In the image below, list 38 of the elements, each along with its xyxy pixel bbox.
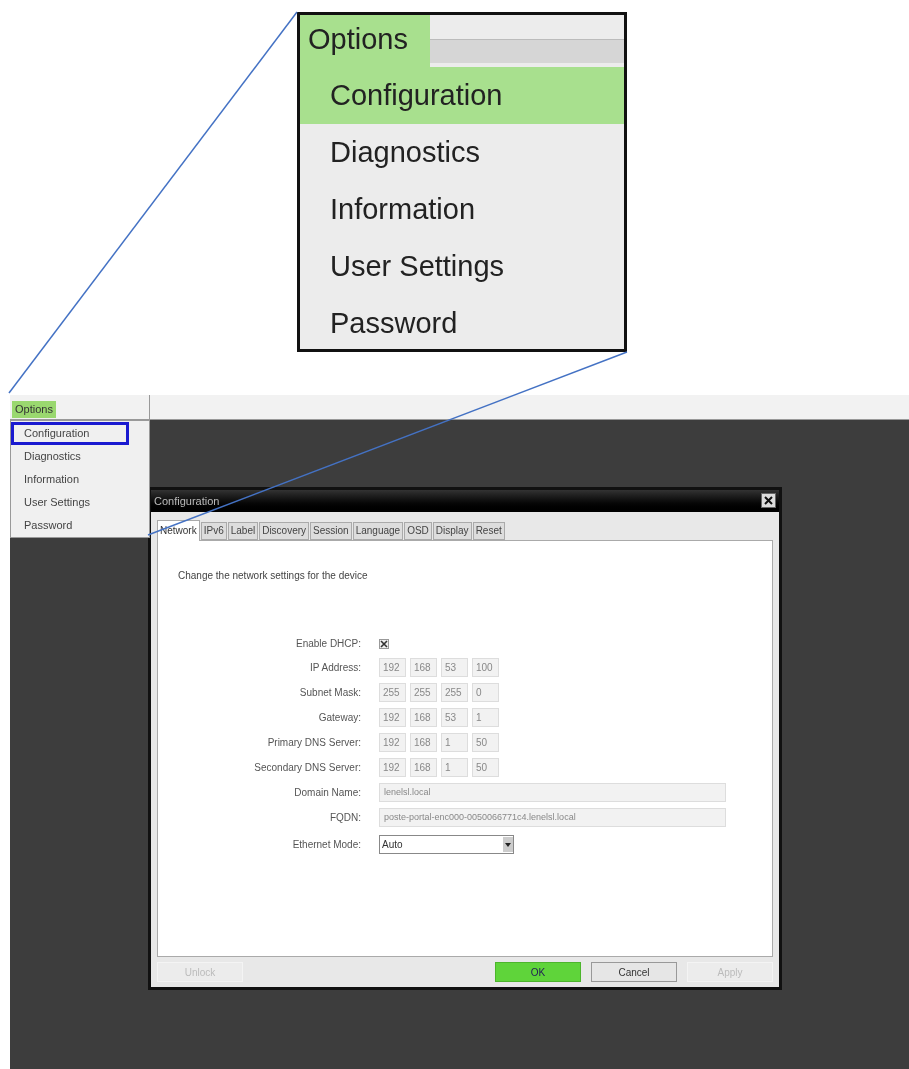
tab[interactable]: Network <box>157 519 200 541</box>
tab[interactable]: Display <box>432 521 472 540</box>
tab[interactable]: OSD <box>404 521 432 540</box>
caret-icon <box>503 837 513 853</box>
menu-item[interactable]: Password <box>11 514 129 537</box>
field-label: Primary DNS Server: <box>266 735 361 750</box>
menu-item[interactable]: Configuration <box>11 422 129 445</box>
field-label: Ethernet Mode: <box>291 838 361 853</box>
menu-item[interactable]: Diagnostics <box>300 124 624 181</box>
tab[interactable]: Label <box>227 521 259 540</box>
tab[interactable]: Session <box>310 521 352 540</box>
tab[interactable]: Discovery <box>259 521 310 540</box>
field-label: Domain Name: <box>293 785 361 800</box>
menu-title[interactable]: Options <box>12 401 56 418</box>
menu-item[interactable]: User Settings <box>300 238 624 295</box>
dialog-button[interactable]: Cancel <box>591 962 677 983</box>
description-text: Change the network settings for the device <box>178 568 369 583</box>
menu-item[interactable]: Information <box>11 468 129 491</box>
menu-item[interactable]: Configuration <box>300 67 624 124</box>
window-title: Configuration <box>154 493 220 509</box>
dropdown-field[interactable]: Auto <box>379 835 514 855</box>
tab[interactable]: Language <box>352 521 404 540</box>
menu-item[interactable]: User Settings <box>11 491 129 514</box>
menu-item[interactable]: Diagnostics <box>11 445 129 468</box>
menu-title[interactable]: Options <box>300 15 430 67</box>
menu-item[interactable]: Password <box>300 295 624 352</box>
close-icon[interactable] <box>761 493 776 509</box>
field-label: Secondary DNS Server: <box>253 760 361 775</box>
field-label: FQDN: <box>328 810 361 825</box>
checkbox[interactable] <box>379 638 389 649</box>
field-label: Subnet Mask: <box>298 685 361 700</box>
field-label: IP Address: <box>309 660 361 675</box>
menu-item[interactable]: Information <box>300 181 624 238</box>
field-label: Enable DHCP: <box>294 637 361 652</box>
tab[interactable]: Reset <box>472 521 505 540</box>
field-label: Gateway: <box>317 710 361 725</box>
tab[interactable]: IPv6 <box>200 521 227 540</box>
dialog-button[interactable]: OK <box>495 962 581 983</box>
